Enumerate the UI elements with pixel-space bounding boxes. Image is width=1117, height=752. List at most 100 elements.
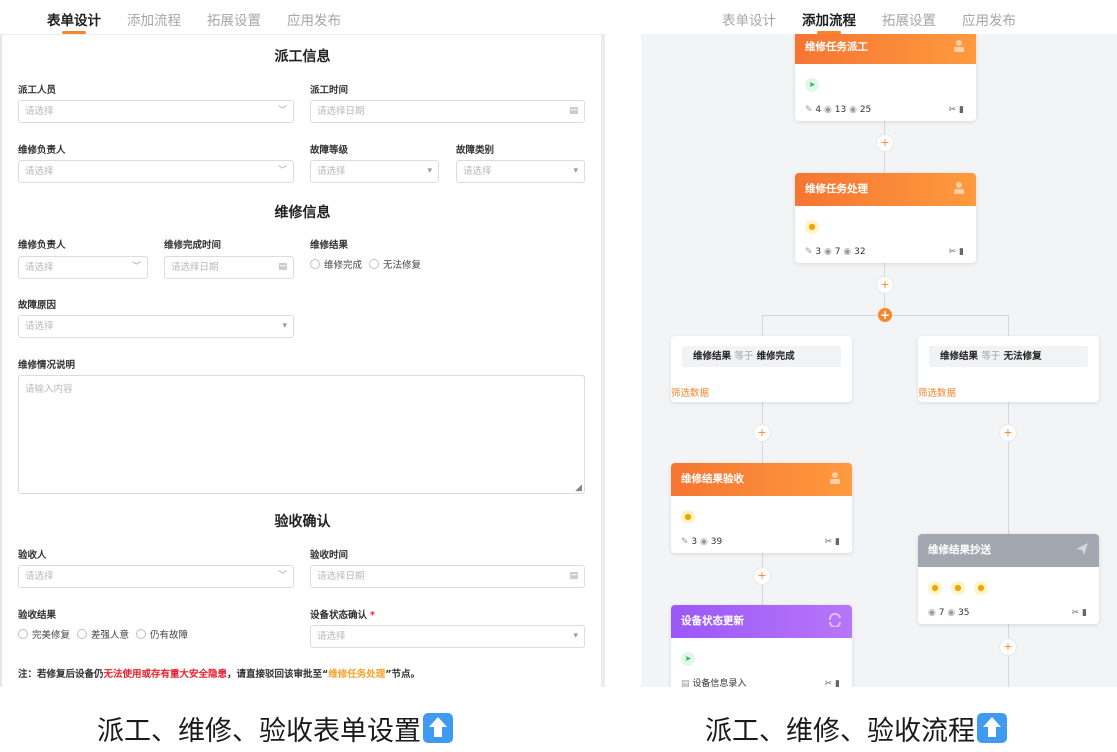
send-icon (1076, 543, 1088, 555)
edit-icon: ✎ (805, 105, 813, 115)
chevron-down-icon: ﹀ (131, 262, 141, 272)
cut-icon[interactable]: ✂ (825, 679, 833, 687)
add-node-button[interactable]: + (876, 134, 894, 152)
tab-ext-settings[interactable]: 拓展设置 (207, 0, 261, 34)
caret-down-icon: ▾ (282, 321, 287, 331)
flow-canvas: 维修任务派工 ➤ ✎ 4 ◉ 13 ◉ 25 ✂ ▮ + 维修任务处理 ● ✎ … (641, 34, 1117, 687)
repair-owner-label: 维修负责人 (18, 145, 66, 156)
caret-down-icon: ▾ (573, 166, 578, 176)
radio-repaired[interactable]: 维修完成 (310, 257, 362, 271)
copy-icon[interactable]: ▮ (1082, 608, 1087, 618)
caret-down-icon: ▾ (573, 631, 578, 641)
view-icon: ◉ (947, 608, 956, 618)
radio-acceptable[interactable]: 差强人意 (77, 627, 129, 641)
copy-icon[interactable]: ▮ (835, 537, 840, 547)
flow-node-device-update[interactable]: 设备状态更新 ➤ ▤ 设备信息录入 ✂ ▮ (671, 605, 852, 687)
add-node-button[interactable]: + (753, 567, 771, 585)
add-node-button[interactable]: + (999, 638, 1017, 656)
up-arrow-icon (977, 713, 1007, 743)
filter-data-link[interactable]: 筛选数据 (918, 385, 956, 399)
tab-ext-settings[interactable]: 拓展设置 (882, 0, 936, 34)
cut-icon[interactable]: ✂ (949, 105, 957, 115)
cut-icon[interactable]: ✂ (949, 247, 957, 257)
person-icon: ● (974, 581, 988, 595)
tab-publish[interactable]: 应用发布 (287, 0, 341, 34)
dispatch-time-picker[interactable]: 请选择日期 ▤ (310, 100, 585, 123)
fault-level-select[interactable]: 请选择 ▾ (310, 160, 439, 183)
section-repair-title: 维修信息 (274, 205, 331, 221)
device-status-select[interactable]: 请选择 ▾ (310, 625, 585, 648)
acceptor-select[interactable]: 请选择 ﹀ (18, 565, 294, 588)
radio-unrepairable[interactable]: 无法修复 (369, 257, 421, 271)
edit-icon: ✎ (805, 247, 813, 257)
document-icon: ▤ (681, 679, 690, 687)
fault-type-select[interactable]: 请选择 ▾ (456, 160, 585, 183)
add-node-button[interactable]: + (876, 276, 894, 294)
view-icon: ◉ (843, 247, 852, 257)
add-node-button[interactable]: + (753, 424, 771, 442)
accept-result-radio-group: 完美修复 差强人意 仍有故障 (18, 627, 195, 641)
acceptor-label: 验收人 (18, 550, 47, 561)
dispatcher-select[interactable]: 请选择 ﹀ (18, 100, 294, 123)
send-icon: ➤ (681, 652, 695, 666)
person-icon: ● (951, 581, 965, 595)
repair-desc-label: 维修情况说明 (18, 360, 76, 371)
cut-icon[interactable]: ✂ (1072, 608, 1080, 618)
condition-branch-unrepairable[interactable]: 维修结果 等于 无法修复 筛选数据 (918, 336, 1099, 402)
caret-down-icon: ▾ (427, 166, 432, 176)
add-branch-button[interactable]: + (878, 308, 892, 322)
repair-done-time-label: 维修完成时间 (164, 240, 222, 251)
radio-perfect[interactable]: 完美修复 (18, 627, 70, 641)
fault-reason-select[interactable]: 请选择 ▾ (18, 315, 294, 338)
user-icon (954, 40, 964, 52)
resize-handle-icon[interactable]: ◢ (575, 483, 582, 493)
caption-left: 派工、维修、验收表单设置 (97, 709, 453, 748)
person-icon: ● (928, 581, 942, 595)
device-status-label: 设备状态确认 * (310, 610, 375, 621)
copy-icon[interactable]: ▮ (959, 105, 964, 115)
flow-node-cc[interactable]: 维修结果抄送 ● ● ● ◉ 7 ◉ 35 ✂ ▮ (918, 534, 1099, 624)
flow-node-dispatch[interactable]: 维修任务派工 ➤ ✎ 4 ◉ 13 ◉ 25 ✂ ▮ (795, 34, 976, 121)
person-icon: ● (805, 220, 819, 234)
view-icon: ◉ (700, 537, 708, 547)
calendar-icon: ▤ (278, 262, 287, 272)
tab-add-flow[interactable]: 添加流程 (802, 0, 856, 34)
view-icon: ◉ (824, 247, 832, 257)
scrollbar[interactable] (601, 35, 605, 687)
caption-right: 派工、维修、验收流程 (705, 709, 1007, 748)
accept-time-picker[interactable]: 请选择日期 ▤ (310, 565, 585, 588)
repair-done-time-picker[interactable]: 请选择日期 ▤ (164, 256, 294, 279)
section-accept-title: 验收确认 (274, 514, 331, 530)
repair-desc-textarea[interactable]: 请输入内容 ◢ (18, 375, 585, 494)
view-icon: ◉ (849, 105, 857, 115)
form-canvas: 派工信息 派工人员 请选择 ﹀ 派工时间 请选择日期 ▤ 维修负责人 请选择 ﹀ 故障… (0, 34, 605, 687)
fault-type-label: 故障类别 (456, 145, 495, 156)
fault-level-label: 故障等级 (310, 145, 349, 156)
condition-branch-repaired[interactable]: 维修结果 等于 维修完成 筛选数据 (671, 336, 852, 402)
tab-publish[interactable]: 应用发布 (962, 0, 1016, 34)
add-node-button[interactable]: + (999, 424, 1017, 442)
radio-still-faulty[interactable]: 仍有故障 (136, 627, 188, 641)
accept-result-label: 验收结果 (18, 610, 57, 621)
flow-node-process[interactable]: 维修任务处理 ● ✎ 3 ◉ 7 ◉ 32 ✂ ▮ (795, 173, 976, 263)
chevron-down-icon: ﹀ (277, 106, 287, 116)
tab-form-design[interactable]: 表单设计 (722, 0, 776, 34)
calendar-icon: ▤ (569, 106, 578, 116)
filter-data-link[interactable]: 筛选数据 (671, 385, 709, 399)
node-stats: ◉ 7 ◉ 35 (928, 608, 970, 618)
tab-add-flow[interactable]: 添加流程 (127, 0, 181, 34)
send-icon: ➤ (805, 78, 819, 92)
copy-icon[interactable]: ▮ (835, 679, 840, 687)
copy-icon[interactable]: ▮ (959, 247, 964, 257)
node-item: ▤ 设备信息录入 (681, 679, 747, 687)
view-icon: ◉ (928, 608, 936, 618)
tab-form-design[interactable]: 表单设计 (47, 0, 101, 34)
user-icon (830, 472, 840, 484)
repair-owner-select[interactable]: 请选择 ﹀ (18, 160, 294, 183)
repair-result-label: 维修结果 (310, 240, 349, 251)
flow-node-accept[interactable]: 维修结果验收 ● ✎ 3 ◉ 39 ✂ ▮ (671, 463, 852, 553)
cut-icon[interactable]: ✂ (825, 537, 833, 547)
repair-owner2-label: 维修负责人 (18, 240, 66, 251)
repair-owner2-select[interactable]: 请选择 ﹀ (18, 256, 148, 279)
dispatcher-label: 派工人员 (18, 85, 57, 96)
